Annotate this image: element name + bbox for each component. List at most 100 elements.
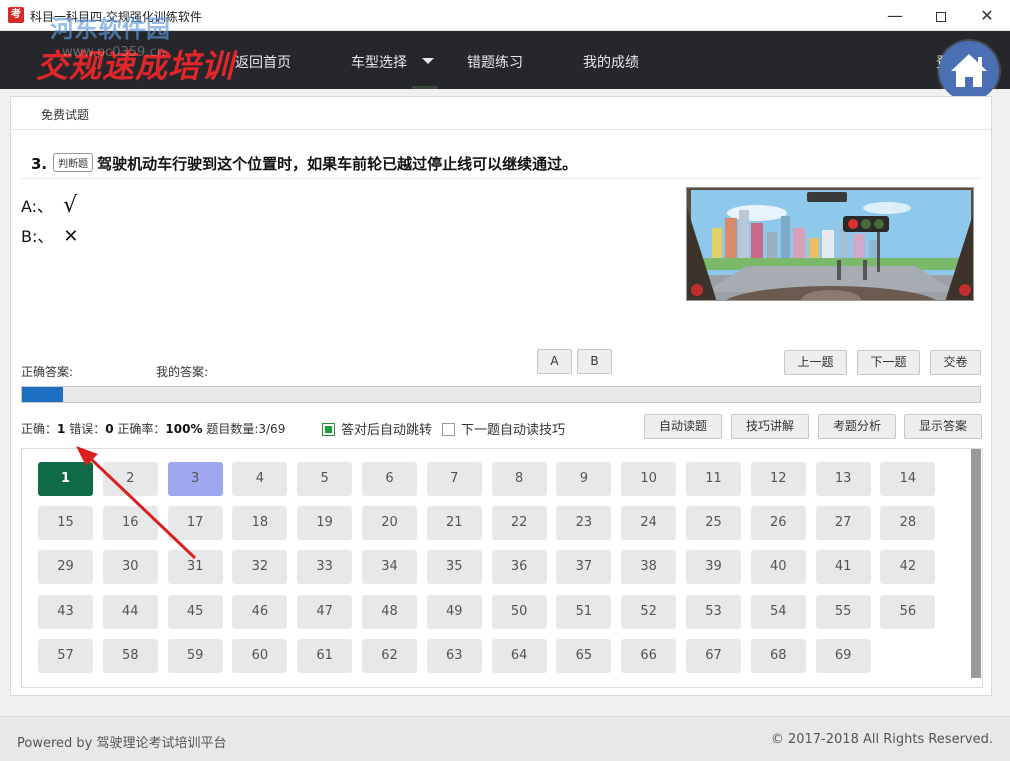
question-number-cell[interactable]: 61 xyxy=(297,638,353,673)
auto-read-tips-checkbox[interactable]: 下一题自动读技巧 xyxy=(442,419,565,438)
question-number-cell[interactable]: 46 xyxy=(232,594,288,629)
question-number-cell[interactable]: 3 xyxy=(167,462,223,496)
close-button[interactable]: ✕ xyxy=(964,0,1010,31)
question-number-cell[interactable]: 55 xyxy=(815,594,871,629)
question-number-cell[interactable]: 10 xyxy=(621,462,677,496)
nav-home[interactable]: 返回首页 xyxy=(235,52,291,72)
nav-active-indicator xyxy=(412,86,438,89)
question-number-cell[interactable]: 17 xyxy=(167,506,223,541)
question-number-cell[interactable]: 8 xyxy=(491,462,547,496)
question-number-cell[interactable]: 64 xyxy=(491,638,547,673)
show-answer-button[interactable]: 显示答案 xyxy=(904,414,982,439)
question-number-cell[interactable]: 1 xyxy=(38,462,93,496)
question-number-cell[interactable]: 68 xyxy=(750,638,806,673)
question-number-cell[interactable]: 37 xyxy=(556,550,612,585)
auto-jump-label: 答对后自动跳转 xyxy=(341,423,433,438)
scrollbar[interactable] xyxy=(971,449,981,678)
next-question-button[interactable]: 下一题 xyxy=(857,350,920,375)
question-number-cell[interactable]: 40 xyxy=(750,550,806,585)
question-number-cell[interactable]: 67 xyxy=(686,638,741,673)
question-number-cell[interactable]: 26 xyxy=(750,506,806,541)
question-number-cell[interactable]: 49 xyxy=(426,594,482,629)
question-number-cell[interactable]: 63 xyxy=(426,638,482,673)
question-number-cell[interactable]: 48 xyxy=(362,594,417,629)
question-number-cell[interactable]: 30 xyxy=(102,550,158,585)
question-number-cell[interactable]: 45 xyxy=(167,594,223,629)
question-number-cell[interactable]: 5 xyxy=(297,462,353,496)
question-number-cell[interactable]: 32 xyxy=(232,550,288,585)
auto-read-button[interactable]: 自动读题 xyxy=(644,414,722,439)
home-button[interactable] xyxy=(939,41,999,101)
nav-vehicle-select[interactable]: 车型选择 xyxy=(351,52,407,72)
question-number-cell[interactable]: 33 xyxy=(297,550,353,585)
question-number-cell[interactable]: 15 xyxy=(38,506,93,541)
question-number-cell[interactable]: 16 xyxy=(102,506,158,541)
question-number-cell[interactable]: 31 xyxy=(167,550,223,585)
question-number-cell[interactable]: 60 xyxy=(232,638,288,673)
question-number-cell[interactable]: 25 xyxy=(686,506,741,541)
question-number-cell[interactable]: 6 xyxy=(362,462,417,496)
question-number-cell[interactable]: 43 xyxy=(38,594,93,629)
question-number-cell[interactable]: 7 xyxy=(426,462,482,496)
auto-jump-checkbox[interactable]: 答对后自动跳转 xyxy=(322,419,432,438)
question-number-cell[interactable]: 42 xyxy=(880,550,936,585)
question-number-cell[interactable]: 35 xyxy=(426,550,482,585)
question-number-cell[interactable]: 34 xyxy=(362,550,417,585)
question-number-cell[interactable]: 4 xyxy=(232,462,288,496)
option-b[interactable]: B:、 ✕ xyxy=(21,223,78,247)
question-number-cell[interactable]: 69 xyxy=(815,638,871,673)
tips-button[interactable]: 技巧讲解 xyxy=(731,414,809,439)
question-number-cell[interactable]: 38 xyxy=(621,550,677,585)
question-number-cell[interactable]: 22 xyxy=(491,506,547,541)
question-number-cell[interactable]: 66 xyxy=(621,638,677,673)
question-number-cell[interactable]: 14 xyxy=(880,462,936,496)
minimize-button[interactable]: — xyxy=(872,0,918,31)
question-type-tag: 判断题 xyxy=(53,153,94,172)
option-a[interactable]: A:、 √ xyxy=(21,193,77,218)
maximize-button[interactable] xyxy=(918,0,964,31)
question-number-cell[interactable]: 50 xyxy=(491,594,547,629)
correct-answer-label: 正确答案: xyxy=(21,365,74,379)
question-number-cell[interactable]: 28 xyxy=(880,506,936,541)
question-number-cell[interactable]: 29 xyxy=(38,550,93,585)
question-number-cell[interactable]: 11 xyxy=(686,462,741,496)
question-number-cell[interactable]: 24 xyxy=(621,506,677,541)
question-number-cell[interactable]: 39 xyxy=(686,550,741,585)
question-number-cell[interactable]: 41 xyxy=(815,550,871,585)
question-number-cell[interactable]: 52 xyxy=(621,594,677,629)
nav-my-scores[interactable]: 我的成绩 xyxy=(583,52,639,72)
question-number-cell[interactable]: 20 xyxy=(362,506,417,541)
nav-wrong-practice[interactable]: 错题练习 xyxy=(467,52,523,72)
prev-question-button[interactable]: 上一题 xyxy=(784,350,847,375)
question-number-cell[interactable]: 59 xyxy=(167,638,223,673)
question-number-cell[interactable]: 9 xyxy=(556,462,612,496)
question-number-cell[interactable]: 62 xyxy=(362,638,417,673)
question-number-cell[interactable]: 27 xyxy=(815,506,871,541)
app-icon: 考 xyxy=(8,7,24,23)
question-number-cell[interactable]: 18 xyxy=(232,506,288,541)
question-number-cell[interactable]: 53 xyxy=(686,594,741,629)
analysis-button[interactable]: 考题分析 xyxy=(818,414,896,439)
answer-a-button[interactable]: A xyxy=(537,349,572,374)
question-number-cell[interactable]: 21 xyxy=(426,506,482,541)
question-number-cell[interactable]: 56 xyxy=(880,594,936,629)
home-icon xyxy=(951,54,987,87)
chevron-down-icon[interactable] xyxy=(422,58,434,64)
question-number-cell[interactable]: 23 xyxy=(556,506,612,541)
question-number-cell[interactable]: 57 xyxy=(38,638,93,673)
question-number-cell[interactable]: 65 xyxy=(556,638,612,673)
question-number-cell[interactable]: 44 xyxy=(102,594,158,629)
question-number-cell[interactable]: 12 xyxy=(750,462,806,496)
question-number-cell[interactable]: 13 xyxy=(815,462,871,496)
question-number-cell[interactable]: 2 xyxy=(102,462,158,496)
wrong-label: 错误： xyxy=(69,422,106,436)
question-number-cell[interactable]: 47 xyxy=(297,594,353,629)
question-number-cell[interactable]: 19 xyxy=(297,506,353,541)
breadcrumb-label[interactable]: 免费试题 xyxy=(41,106,89,123)
question-number-cell[interactable]: 58 xyxy=(102,638,158,673)
question-number-cell[interactable]: 51 xyxy=(556,594,612,629)
answer-b-button[interactable]: B xyxy=(577,349,612,374)
submit-exam-button[interactable]: 交卷 xyxy=(930,350,981,375)
question-number-cell[interactable]: 36 xyxy=(491,550,547,585)
question-number-cell[interactable]: 54 xyxy=(750,594,806,629)
